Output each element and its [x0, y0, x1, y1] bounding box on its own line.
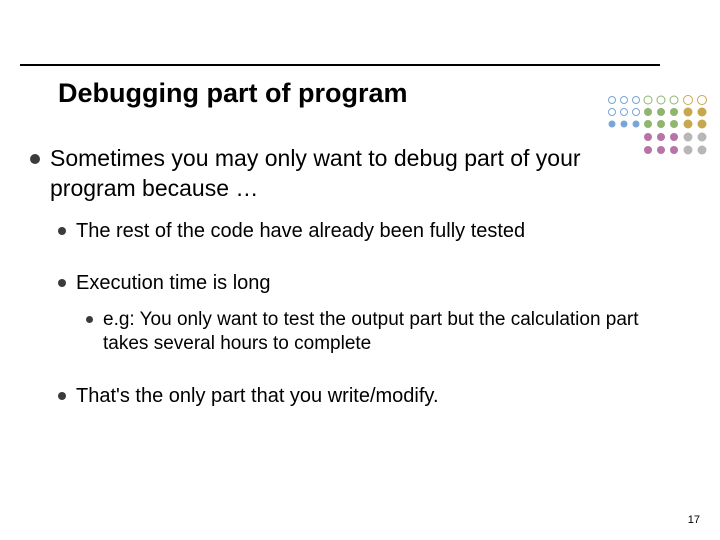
- page-number: 17: [688, 514, 700, 526]
- disc-bullet-icon: [86, 316, 93, 323]
- bullet-level2: The rest of the code have already been f…: [58, 218, 660, 244]
- bullet-text: Execution time is long: [76, 270, 271, 296]
- bullet-level2: Execution time is long: [58, 270, 660, 296]
- bullet-level1: Sometimes you may only want to debug par…: [30, 144, 660, 204]
- disc-bullet-icon: [58, 227, 66, 235]
- sub-sub-list: e.g: You only want to test the output pa…: [86, 308, 660, 357]
- body: Sometimes you may only want to debug par…: [30, 144, 660, 435]
- bullet-text: e.g: You only want to test the output pa…: [103, 308, 660, 357]
- title-rule: [20, 64, 660, 66]
- slide: Debugging part of program: [0, 0, 720, 540]
- disc-bullet-icon: [58, 392, 66, 400]
- bullet-text: The rest of the code have already been f…: [76, 218, 525, 244]
- sub-list: The rest of the code have already been f…: [58, 218, 660, 409]
- bullet-text: Sometimes you may only want to debug par…: [50, 144, 660, 204]
- bullet-text: That's the only part that you write/modi…: [76, 383, 439, 409]
- slide-title: Debugging part of program: [58, 78, 407, 109]
- disc-bullet-icon: [58, 279, 66, 287]
- bullet-level3: e.g: You only want to test the output pa…: [86, 308, 660, 357]
- disc-bullet-icon: [30, 154, 40, 164]
- bullet-level2: That's the only part that you write/modi…: [58, 383, 660, 409]
